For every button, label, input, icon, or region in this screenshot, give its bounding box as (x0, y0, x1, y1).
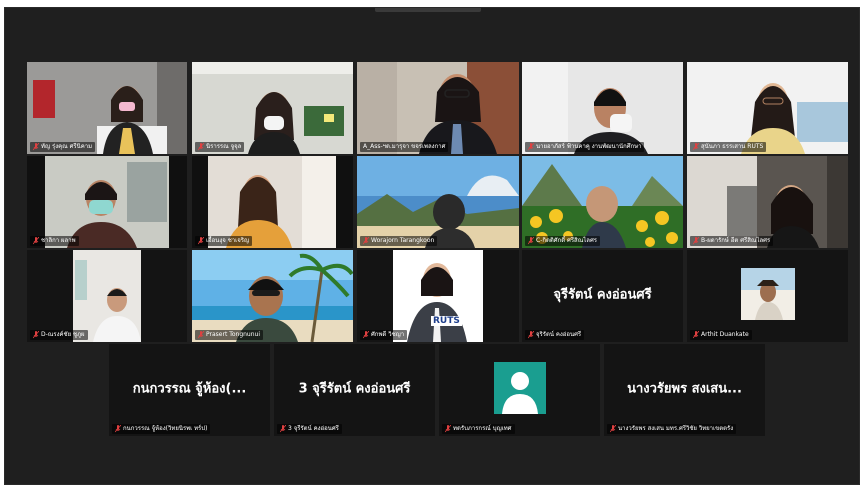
participant-name: นายอาภัสร์ ฟ้านคาคู งานพัฒนานักศึกษา (536, 143, 642, 150)
participant-name: B-ผดารักษ์ อีต ศรีสิณไลศร (701, 237, 771, 244)
participant-name: เอื้อนงุจ ชาเจริญ (206, 237, 250, 244)
participant-name: ทดรับภารกรณ์ บุญเทศ (453, 425, 512, 432)
participant-name-label: ทัญ รุ่งคุณ ศรีนิคาม (30, 142, 96, 152)
participant-name-label: นิรารรณ จูจุล (195, 142, 245, 152)
participant-name-label: นายอาภัสร์ ฟ้านคาคู งานพัฒนานักศึกษา (525, 142, 645, 152)
participant-tile[interactable]: B-ผดารักษ์ อีต ศรีสิณไลศร (687, 156, 848, 248)
participant-tile[interactable]: D-ณรงค์ชัย ชูภูผ (27, 250, 187, 342)
participant-name: 3 จุรีรัตน์ คงอ่อนศรี (288, 425, 339, 432)
participant-display-name: จุรีรัตน์ คงอ่อนศรี (553, 287, 652, 303)
mic-muted-icon (693, 331, 699, 339)
mic-muted-icon (33, 237, 39, 245)
video-feed (687, 156, 848, 248)
participant-tile[interactable]: Worajorn Tarangkoon (357, 156, 519, 248)
participant-name-label: นางวรัยพร สงเสน มทร.ศรีวิชัย วิทยาเขตตรั… (607, 424, 737, 434)
participant-tile[interactable]: เอื้อนงุจ ชาเจริญ (192, 156, 353, 248)
participant-name-label: ชาลิกา ผลาพ (30, 236, 79, 246)
ruts-logo: RUTS (431, 316, 462, 326)
participant-display-name: กนกวรรณ จู้ห้อง(... (132, 381, 247, 397)
participant-tile[interactable]: ทัญ รุ่งคุณ ศรีนิคาม (27, 62, 187, 154)
participant-name: ชาลิกา ผลาพ (41, 237, 76, 244)
participant-name: Prasert Tongnunui (206, 331, 261, 338)
participant-name-label: D-ณรงค์ชัย ชูภูผ (30, 330, 88, 340)
video-feed (522, 62, 683, 154)
mic-muted-icon (115, 425, 121, 433)
mic-muted-icon (363, 237, 369, 245)
participant-tile[interactable]: สุนันภา ธรรเสาน RUTS (687, 62, 848, 154)
mic-muted-icon (693, 143, 699, 151)
participant-name-label: Worajorn Tarangkoon (360, 236, 438, 246)
participant-name: A_Ass-ฯด.มารุจา ขจรเพลงกาศ (363, 143, 446, 150)
participant-name: ทัญ รุ่งคุณ ศรีนิคาม (41, 143, 93, 150)
mic-muted-icon (528, 143, 534, 151)
participant-tile[interactable]: RUTS ศักพดี วิชญา (357, 250, 519, 342)
participant-tile[interactable]: นายอาภัสร์ ฟ้านคาคู งานพัฒนานักศึกษา (522, 62, 683, 154)
mic-muted-icon (198, 143, 204, 151)
participant-name: สุนันภา ธรรเสาน RUTS (701, 143, 764, 150)
participant-name-label: จุริรัตน์ คงอ่อนศรี (525, 330, 585, 340)
video-feed (192, 62, 353, 154)
participant-name: Worajorn Tarangkoon (371, 237, 435, 244)
participant-tile[interactable]: กนกวรรณ จู้ห้อง(... กนกวรรณ จู้ห้อง(วิทย… (109, 344, 270, 436)
video-feed (357, 250, 519, 342)
mic-muted-icon (528, 237, 534, 245)
participant-name-label: 3 จุรีรัตน์ คงอ่อนศรี (277, 424, 342, 434)
participant-tile[interactable]: นิรารรณ จูจุล (192, 62, 353, 154)
participant-name-label: Arthit Duankate (690, 330, 752, 340)
video-feed (27, 156, 187, 248)
mic-muted-icon (198, 237, 204, 245)
active-speaker-tile[interactable]: A_Ass-ฯด.มารุจา ขจรเพลงกาศ (357, 62, 519, 154)
mic-muted-icon (610, 425, 616, 433)
mic-muted-icon (693, 237, 699, 245)
mic-muted-icon (33, 331, 39, 339)
participant-display-name: 3 จุรีรัตน์ คงอ่อนศรี (298, 381, 411, 397)
mic-muted-icon (528, 331, 534, 339)
participant-name-label: เอื้อนงุจ ชาเจริญ (195, 236, 253, 246)
top-handle[interactable] (375, 8, 481, 12)
participant-tile[interactable]: นางวรัยพร สงเสน... นางวรัยพร สงเสน มทร.ศ… (604, 344, 765, 436)
participant-name-label: C-กิตติศักดิ์ ศรีสิณไลศร (525, 236, 601, 246)
participant-name: นางวรัยพร สงเสน มทร.ศรีวิชัย วิทยาเขตตรั… (618, 425, 734, 432)
mic-muted-icon (198, 331, 204, 339)
mic-muted-icon (280, 425, 286, 433)
video-feed (192, 250, 353, 342)
participant-name-label: ศักพดี วิชญา (360, 330, 408, 340)
profile-picture (687, 250, 848, 342)
video-feed (192, 156, 353, 248)
participant-tile[interactable]: ทดรับภารกรณ์ บุญเทศ (439, 344, 600, 436)
participant-tile[interactable]: C-กิตติศักดิ์ ศรีสิณไลศร (522, 156, 683, 248)
participant-name: กนกวรรณ จู้ห้อง(วิทยนิรพเ ทร์ป) (123, 425, 208, 432)
participant-name: D-ณรงค์ชัย ชูภูผ (41, 331, 85, 338)
meeting-window: ทัญ รุ่งคุณ ศรีนิคาม นิรารรณ จูจุล A_Ass… (4, 7, 860, 485)
participant-display-name: นางวรัยพร สงเสน... (627, 381, 742, 397)
participant-name-label: สุนันภา ธรรเสาน RUTS (690, 142, 767, 152)
participant-tile[interactable]: Prasert Tongnunui (192, 250, 353, 342)
participant-tile[interactable]: Arthit Duankate (687, 250, 848, 342)
default-avatar-icon (494, 362, 546, 414)
video-feed (357, 62, 519, 154)
participant-tile[interactable]: ชาลิกา ผลาพ (27, 156, 187, 248)
participant-name-label: ทดรับภารกรณ์ บุญเทศ (442, 424, 515, 434)
video-feed (27, 250, 187, 342)
video-feed (27, 62, 187, 154)
mic-muted-icon (33, 143, 39, 151)
participant-name: จุริรัตน์ คงอ่อนศรี (536, 331, 582, 338)
participant-name-label: Prasert Tongnunui (195, 330, 264, 340)
participant-name: นิรารรณ จูจุล (206, 143, 242, 150)
video-feed (687, 62, 848, 154)
participant-name-label: A_Ass-ฯด.มารุจา ขจรเพลงกาศ (360, 142, 449, 152)
video-feed (522, 156, 683, 248)
participant-name: C-กิตติศักดิ์ ศรีสิณไลศร (536, 237, 598, 244)
participant-name-label: กนกวรรณ จู้ห้อง(วิทยนิรพเ ทร์ป) (112, 424, 211, 434)
video-feed (357, 156, 519, 248)
mic-muted-icon (445, 425, 451, 433)
mic-muted-icon (363, 331, 369, 339)
participant-tile[interactable]: 3 จุรีรัตน์ คงอ่อนศรี 3 จุรีรัตน์ คงอ่อน… (274, 344, 435, 436)
participant-name: ศักพดี วิชญา (371, 331, 405, 338)
participant-name-label: B-ผดารักษ์ อีต ศรีสิณไลศร (690, 236, 774, 246)
participant-name: Arthit Duankate (701, 331, 749, 338)
participant-tile[interactable]: จุรีรัตน์ คงอ่อนศรี จุริรัตน์ คงอ่อนศรี (522, 250, 683, 342)
